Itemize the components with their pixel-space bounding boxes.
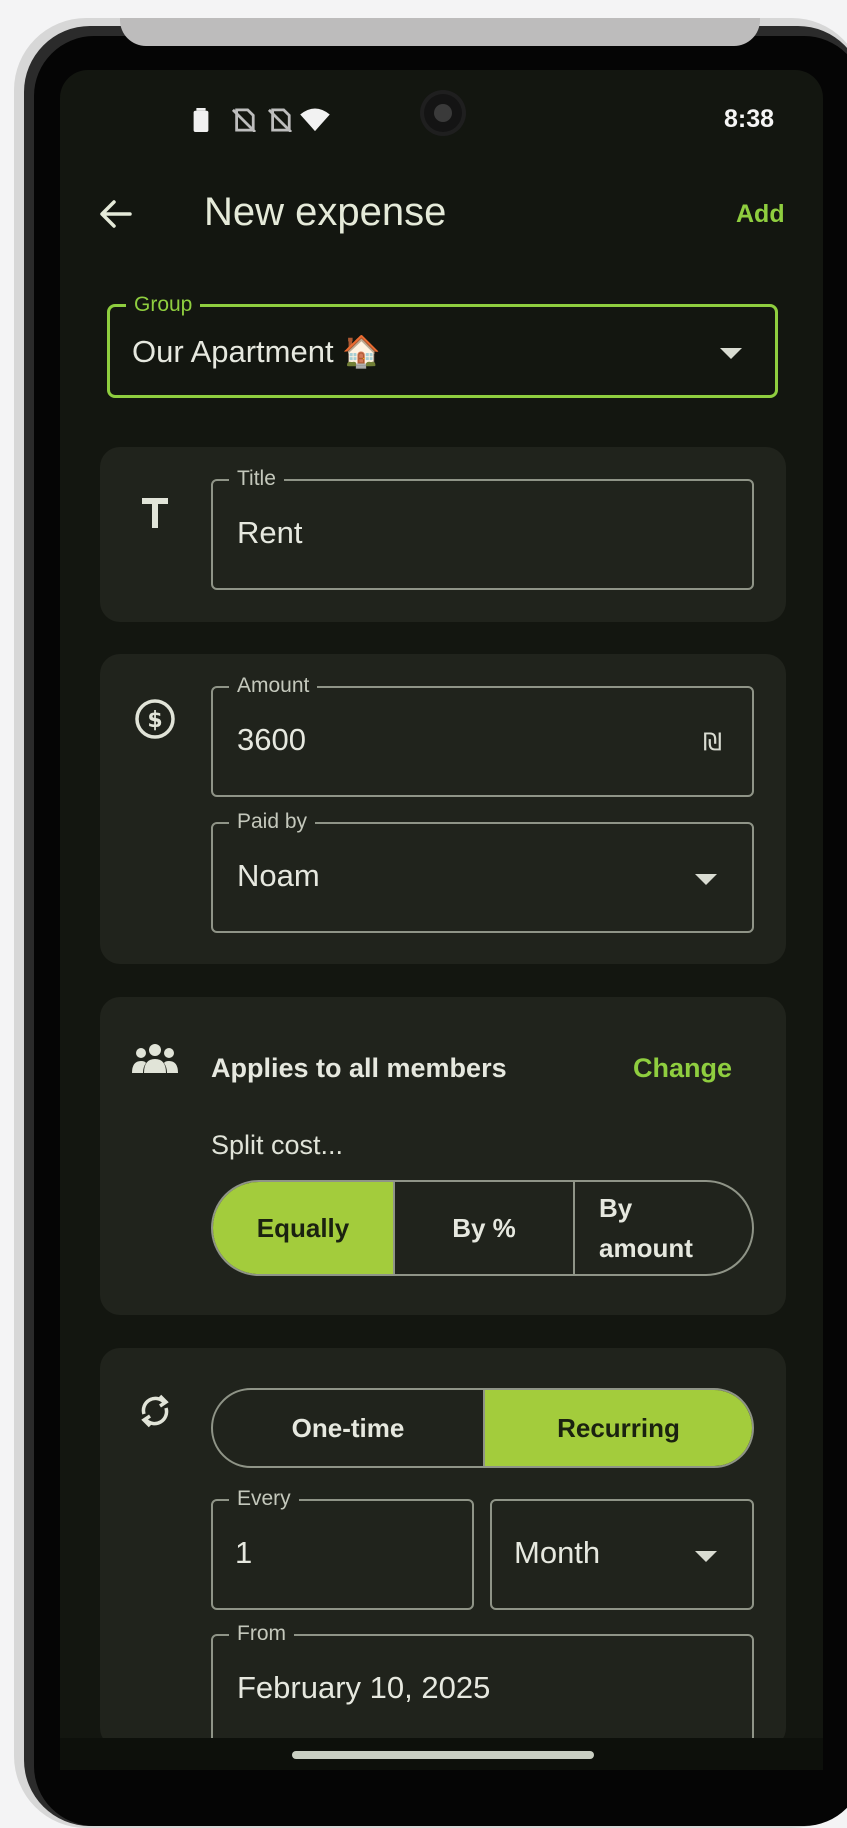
group-label: Group xyxy=(126,293,201,317)
paid-by-select[interactable]: Paid by Noam xyxy=(211,810,754,933)
split-option-equally[interactable]: Equally xyxy=(213,1182,393,1274)
change-button[interactable]: Change xyxy=(633,1053,732,1084)
unit-select[interactable]: Month xyxy=(490,1499,754,1610)
repeat-icon xyxy=(141,1394,169,1428)
chevron-down-icon xyxy=(695,1551,717,1562)
every-field[interactable]: Every 1 xyxy=(211,1487,474,1610)
home-indicator[interactable] xyxy=(292,1751,594,1759)
chevron-down-icon xyxy=(695,874,717,885)
chevron-down-icon xyxy=(720,348,742,359)
amount-card: $ Amount 3600 ₪ Paid by Noam xyxy=(100,654,786,964)
group-value: Our Apartment 🏠 xyxy=(132,334,381,369)
no-sim-icon xyxy=(231,108,257,132)
add-button[interactable]: Add xyxy=(736,200,785,229)
amount-label: Amount xyxy=(229,674,318,698)
amount-value: 3600 xyxy=(237,722,306,757)
split-segmented-control[interactable]: Equally By % By amount xyxy=(211,1180,754,1276)
recurrence-segmented-control[interactable]: One-time Recurring xyxy=(211,1388,754,1468)
group-select[interactable]: Group Our Apartment 🏠 xyxy=(107,293,778,398)
title-card: Title Rent xyxy=(100,447,786,622)
unit-value: Month xyxy=(514,1535,601,1570)
every-value: 1 xyxy=(235,1535,253,1570)
group-icon xyxy=(132,1044,178,1073)
dollar-circle-icon: $ xyxy=(135,699,175,739)
split-option-percent[interactable]: By % xyxy=(393,1182,573,1274)
camera-cutout xyxy=(420,90,466,136)
svg-text:$: $ xyxy=(147,708,162,733)
title-value: Rent xyxy=(237,515,303,550)
device-top-band xyxy=(120,18,760,46)
wifi-icon xyxy=(300,108,330,132)
text-t-icon xyxy=(142,498,168,528)
from-value: February 10, 2025 xyxy=(237,1670,491,1705)
title-field[interactable]: Title Rent xyxy=(211,467,754,590)
split-label: Split cost... xyxy=(211,1130,344,1160)
amount-field[interactable]: Amount 3600 ₪ xyxy=(211,674,754,797)
recurrence-card: One-time Recurring Every 1 Month From Fe… xyxy=(100,1348,786,1759)
members-text: Applies to all members xyxy=(211,1053,507,1083)
recurrence-option-one-time[interactable]: One-time xyxy=(213,1390,483,1466)
paid-by-label: Paid by xyxy=(229,810,316,834)
no-sim-icon-2 xyxy=(267,108,293,132)
arrow-left-icon[interactable] xyxy=(98,196,134,232)
paid-by-value: Noam xyxy=(237,858,320,893)
currency-suffix: ₪ xyxy=(703,728,722,756)
title-label: Title xyxy=(229,467,284,491)
from-label: From xyxy=(229,1622,294,1646)
every-label: Every xyxy=(229,1487,299,1511)
status-time: 8:38 xyxy=(724,105,775,133)
recurrence-option-recurring[interactable]: Recurring xyxy=(483,1390,752,1466)
split-card: Applies to all members Change Split cost… xyxy=(100,997,786,1315)
battery-icon xyxy=(193,108,209,132)
page-title: New expense xyxy=(204,190,447,234)
split-option-amount[interactable]: By amount xyxy=(573,1182,752,1274)
